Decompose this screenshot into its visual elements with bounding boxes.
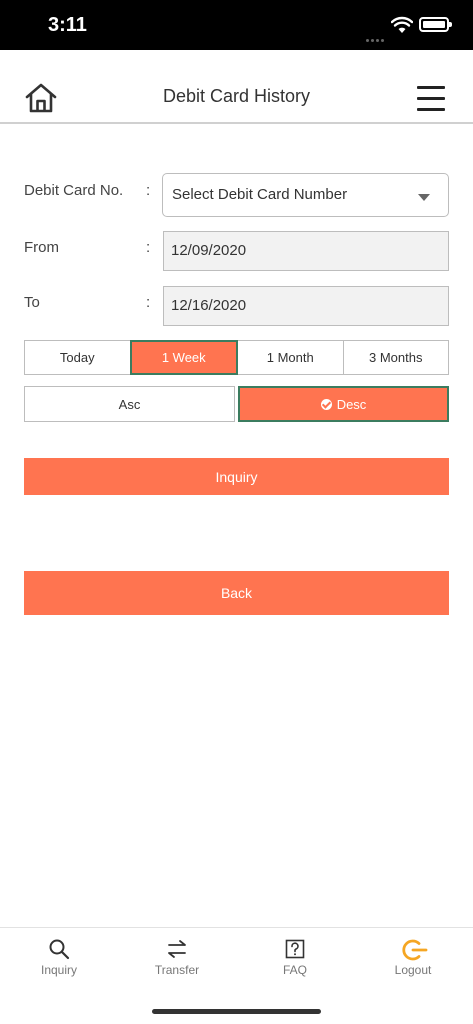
search-icon: [49, 939, 70, 960]
page-title: Debit Card History: [162, 86, 311, 106]
question-box-icon: [285, 939, 305, 959]
asc-button[interactable]: Asc: [24, 386, 235, 422]
status-bar: 3:11: [0, 0, 473, 50]
to-label: To: [24, 294, 40, 311]
period-3-months-button[interactable]: 3 Months: [342, 340, 449, 375]
desc-button[interactable]: Desc: [238, 386, 449, 422]
home-indicator: [152, 1009, 321, 1014]
battery-icon: [419, 17, 452, 32]
colon: :: [146, 182, 151, 199]
debit-card-select-value: Select Debit Card Number: [172, 186, 348, 203]
signal-icon: [366, 29, 386, 42]
wifi-icon: [391, 16, 413, 33]
period-1-month-button[interactable]: 1 Month: [237, 340, 344, 375]
logout-icon: [402, 939, 428, 961]
period-today-button[interactable]: Today: [24, 340, 131, 375]
period-1-week-button[interactable]: 1 Week: [129, 340, 238, 375]
from-date-field[interactable]: 12/09/2020: [163, 231, 449, 271]
header: Debit Card History: [0, 50, 473, 124]
from-date-value: 12/09/2020: [171, 242, 247, 259]
tab-logout[interactable]: Logout: [354, 928, 472, 988]
tab-transfer-label: Transfer: [154, 963, 200, 977]
status-time: 3:11: [48, 14, 87, 36]
tab-faq[interactable]: FAQ: [236, 928, 354, 988]
tab-inquiry-label: Inquiry: [40, 963, 78, 977]
from-label: From: [24, 239, 59, 256]
hamburger-menu-icon[interactable]: [417, 86, 445, 111]
debit-card-select[interactable]: Select Debit Card Number: [162, 173, 449, 217]
tab-transfer[interactable]: Transfer: [118, 928, 236, 988]
to-date-field[interactable]: 12/16/2020: [163, 286, 449, 326]
transfer-arrows-icon: [168, 940, 186, 958]
desc-button-label: Desc: [336, 396, 367, 412]
tab-logout-label: Logout: [394, 963, 432, 977]
period-selector: Today 1 Week 1 Month 3 Months: [24, 340, 449, 375]
inquiry-button[interactable]: Inquiry: [24, 458, 449, 495]
back-button[interactable]: Back: [24, 571, 449, 615]
tab-faq-label: FAQ: [282, 963, 307, 977]
colon: :: [146, 239, 151, 256]
sort-order-selector: Asc Desc: [24, 386, 449, 422]
to-date-value: 12/16/2020: [171, 297, 247, 314]
colon: :: [146, 294, 151, 311]
caret-down-icon: [418, 194, 430, 201]
tab-inquiry[interactable]: Inquiry: [0, 928, 118, 988]
debit-card-label: Debit Card No.: [24, 182, 124, 199]
check-circle-icon: [320, 398, 332, 410]
